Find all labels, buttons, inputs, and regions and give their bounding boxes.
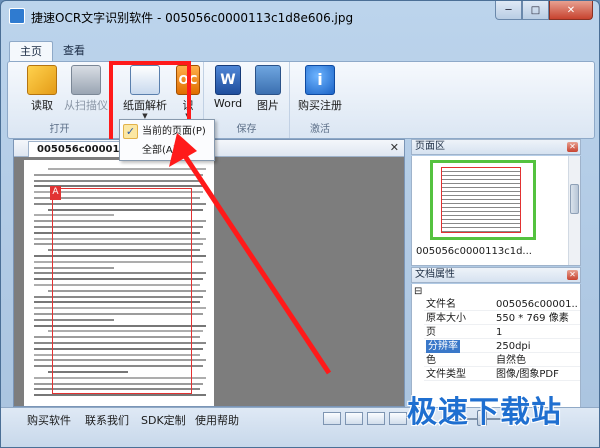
view-mode-2-button[interactable] [345,412,363,425]
window-controls: ─ □ ✕ [495,1,593,20]
pages-pane: 005056c0000113c1d... [411,156,581,266]
window-title: 捷速OCR文字识别软件 - 005056c0000113c1d8e606.jpg [31,11,354,25]
info-icon: i [305,65,335,95]
picture-icon [255,65,281,95]
ocr-region-badge[interactable]: A [50,186,61,200]
tab-view[interactable]: 查看 [53,41,95,61]
ribbon-tabs: 主页 查看 [9,41,95,61]
buy-register-button[interactable]: i 购买注册 [294,65,346,119]
close-icon[interactable]: ✕ [567,270,578,280]
thumbnail-preview [441,167,521,233]
minimize-button[interactable]: ─ [495,1,522,20]
text-line [48,168,206,170]
save-word-button[interactable]: W Word [210,65,246,119]
document-view[interactable]: 005056c0000113c ✕ A [13,139,405,407]
props-pane-header: 文档属性 ✕ [411,267,581,283]
folder-icon [27,65,57,95]
help-link[interactable]: 使用帮助 [195,412,239,428]
prop-row-filetype[interactable]: 文件类型 图像/图象PDF [424,368,580,381]
text-line [34,173,203,176]
group-label-open: 打开 [49,124,70,135]
word-icon: W [215,65,241,95]
app-logo-icon [9,8,25,24]
pages-pane-header: 页面区 ✕ [411,139,581,155]
read-button[interactable]: 读取 [26,65,58,119]
close-button[interactable]: ✕ [549,1,593,20]
contact-us-link[interactable]: 联系我们 [85,412,129,428]
sdk-custom-link[interactable]: SDK定制 [141,412,186,428]
scanner-button[interactable]: 从扫描仪 [62,65,110,119]
prop-row-size[interactable]: 原本大小 550 * 769 像素 [424,312,580,325]
close-icon[interactable]: ✕ [567,142,578,152]
ribbon-toolbar: 读取 从扫描仪 打开 纸面解析 ▼ OC 识 ▼ W Word 图片 保存 i … [7,61,595,139]
tab-home[interactable]: 主页 [9,41,53,61]
scrollbar-thumb[interactable] [570,184,579,214]
checkmark-icon: ✓ [123,124,138,139]
text-line [34,179,200,182]
prop-row-color[interactable]: 色 自然色 [424,354,580,367]
title-bar[interactable]: 捷速OCR文字识别软件 - 005056c0000113c1d8e606.jpg… [1,1,599,31]
scanned-page[interactable]: A [24,160,214,406]
ribbon-group-activate: i 购买注册 激活 [290,62,350,138]
group-label-save: 保存 [236,124,257,135]
ocr-region-frame[interactable] [52,188,192,394]
text-line [34,394,206,397]
save-picture-button[interactable]: 图片 [252,65,284,119]
ribbon-group-save: W Word 图片 保存 [204,62,290,138]
app-window: 捷速OCR文字识别软件 - 005056c0000113c1d8e606.jpg… [0,0,600,448]
collapse-icon[interactable]: ⊟ [414,286,422,297]
prop-row-page[interactable]: 页 1 [424,326,580,339]
view-mode-4-button[interactable] [389,412,407,425]
view-mode-3-button[interactable] [367,412,385,425]
pages-scrollbar[interactable] [568,156,580,265]
thumbnail-label: 005056c0000113c1d... [416,246,532,257]
group-label-activate: 激活 [310,124,330,135]
prop-row-resolution[interactable]: 分辨率 250dpi [424,340,580,353]
prop-row-filename[interactable]: 文件名 005056c00001... [424,298,580,311]
page-analysis-menu: ✓ 当前的页面(P) 全部(A) [119,119,215,161]
menu-item-all-pages[interactable]: 全部(A) [120,141,214,160]
scanner-icon [71,65,101,95]
page-thumbnail[interactable] [430,160,536,240]
maximize-button[interactable]: □ [522,1,549,20]
ribbon-group-open: 读取 从扫描仪 打开 [8,62,112,138]
menu-item-current-page[interactable]: ✓ 当前的页面(P) [120,122,214,141]
buy-software-link[interactable]: 购买软件 [27,412,71,428]
close-tab-icon[interactable]: ✕ [390,141,399,154]
watermark-logo: 极速下载站 [407,395,562,430]
view-mode-1-button[interactable] [323,412,341,425]
